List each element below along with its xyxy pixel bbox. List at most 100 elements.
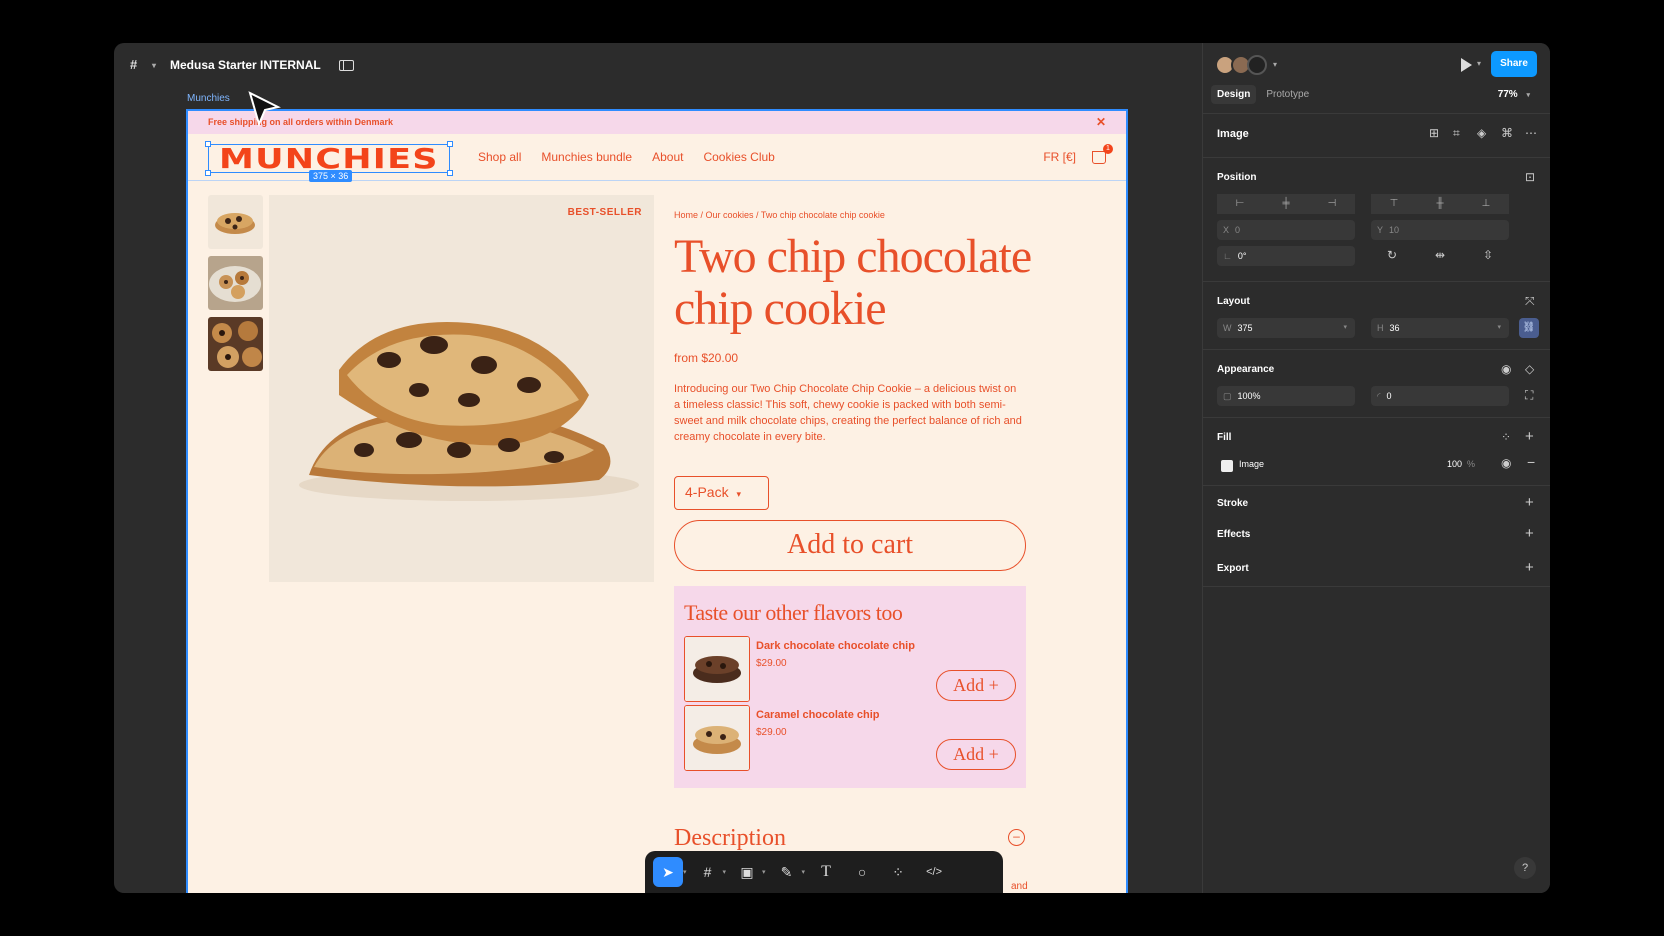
fill-swatch[interactable] bbox=[1221, 460, 1233, 472]
align-right-icon[interactable]: ⊣ bbox=[1309, 194, 1355, 214]
flip-vertical-icon[interactable]: ⇳ bbox=[1483, 248, 1493, 262]
comment-tool-icon[interactable]: ○ bbox=[847, 857, 877, 887]
frame-selection-icon[interactable]: ⌘ bbox=[1501, 126, 1513, 140]
remove-fill-icon[interactable]: − bbox=[1527, 454, 1535, 470]
nav-munchies-bundle[interactable]: Munchies bundle bbox=[541, 150, 632, 164]
pack-select[interactable]: 4-Pack ▾ bbox=[674, 476, 769, 510]
present-icon[interactable] bbox=[1461, 58, 1472, 72]
nav-cookies-club[interactable]: Cookies Club bbox=[703, 150, 774, 164]
chevron-down-icon[interactable]: ▾ bbox=[683, 868, 687, 876]
chevron-down-icon[interactable]: ▾ bbox=[1273, 55, 1277, 75]
constrain-proportions-icon[interactable]: ⛓ bbox=[1519, 318, 1539, 338]
individual-corners-icon[interactable]: ⛶ bbox=[1525, 388, 1533, 403]
file-name[interactable]: Medusa Starter INTERNAL bbox=[170, 58, 321, 72]
add-flavor-button[interactable]: Add + bbox=[936, 670, 1016, 701]
flavor-name[interactable]: Dark chocolate chocolate chip bbox=[756, 640, 915, 652]
resize-handle[interactable] bbox=[447, 141, 453, 147]
collaborator-avatars[interactable]: ▾ bbox=[1215, 55, 1277, 75]
add-export-icon[interactable]: + bbox=[1525, 559, 1534, 576]
design-frame[interactable]: Free shipping on all orders within Denma… bbox=[186, 109, 1128, 893]
styles-icon[interactable]: ⁘ bbox=[1501, 430, 1511, 444]
zoom-level[interactable]: 77% ▾ bbox=[1498, 89, 1530, 100]
chevron-down-icon[interactable]: ▾ bbox=[1497, 318, 1501, 338]
close-icon[interactable]: ✕ bbox=[1096, 111, 1106, 134]
text-tool-icon[interactable]: T bbox=[811, 857, 841, 887]
blend-mode-icon[interactable]: ◇ bbox=[1525, 362, 1534, 376]
align-bottom-icon[interactable]: ⊥ bbox=[1463, 194, 1509, 214]
resize-handle[interactable] bbox=[205, 170, 211, 176]
crop-icon[interactable]: ⌗ bbox=[1453, 126, 1460, 141]
align-center-v-icon[interactable]: ╫ bbox=[1417, 194, 1463, 214]
chevron-down-icon[interactable]: ▾ bbox=[1477, 59, 1481, 68]
thumbnail-1[interactable] bbox=[208, 195, 263, 249]
chevron-down-icon[interactable]: ▾ bbox=[152, 61, 156, 70]
eye-icon[interactable]: ◉ bbox=[1501, 362, 1511, 376]
cookie-illustration bbox=[299, 321, 639, 501]
opacity-field[interactable]: ▢ 100% bbox=[1217, 386, 1355, 406]
add-to-cart-button[interactable]: Add to cart bbox=[674, 520, 1026, 571]
auto-layout-icon[interactable]: ⤧ bbox=[1525, 294, 1535, 309]
corner-radius-field[interactable]: ◜ 0 bbox=[1371, 386, 1509, 406]
height-field[interactable]: H 36 ▾ bbox=[1371, 318, 1509, 338]
avatar[interactable] bbox=[1247, 55, 1267, 75]
components-tool-icon[interactable]: ⁘ bbox=[883, 857, 913, 887]
breadcrumb[interactable]: Home / Our cookies / Two chip chocolate … bbox=[674, 210, 885, 220]
component-icon[interactable]: ◈ bbox=[1477, 126, 1486, 140]
thumbnail-2[interactable] bbox=[208, 256, 263, 310]
align-center-h-icon[interactable]: ╪ bbox=[1263, 194, 1309, 214]
product-thumbnails bbox=[208, 195, 263, 378]
flavor-price: $29.00 bbox=[756, 658, 787, 669]
w-value: 375 bbox=[1237, 323, 1253, 333]
add-flavor-button[interactable]: Add + bbox=[936, 739, 1016, 770]
image-tool-icon[interactable]: ▣ bbox=[732, 857, 762, 887]
tab-prototype[interactable]: Prototype bbox=[1260, 85, 1315, 104]
grid-icon[interactable]: ⊞ bbox=[1429, 126, 1439, 140]
product-image[interactable]: BEST-SELLER bbox=[269, 195, 654, 582]
logo-image[interactable]: MUNCHIES bbox=[208, 144, 450, 173]
flip-horizontal-icon[interactable]: ⇹ bbox=[1435, 248, 1445, 262]
tab-design[interactable]: Design bbox=[1211, 85, 1257, 104]
nav-about[interactable]: About bbox=[652, 150, 683, 164]
figma-menu-icon[interactable]: # bbox=[130, 57, 144, 73]
cart-icon[interactable]: 1 bbox=[1092, 143, 1113, 164]
chevron-down-icon[interactable]: ▾ bbox=[1343, 318, 1347, 338]
rotate-icon[interactable]: ↻ bbox=[1387, 248, 1397, 262]
resize-handle[interactable] bbox=[447, 170, 453, 176]
thumbnail-3[interactable] bbox=[208, 317, 263, 371]
add-effect-icon[interactable]: + bbox=[1525, 525, 1534, 542]
y-field[interactable]: Y 10 bbox=[1371, 220, 1509, 240]
chevron-down-icon[interactable]: ▾ bbox=[802, 868, 806, 876]
flavor-thumbnail[interactable] bbox=[684, 705, 750, 771]
dev-mode-icon[interactable]: </> bbox=[919, 857, 949, 887]
bestseller-badge: BEST-SELLER bbox=[567, 207, 642, 218]
align-left-icon[interactable]: ⊢ bbox=[1217, 194, 1263, 214]
nav-shop-all[interactable]: Shop all bbox=[478, 150, 521, 164]
fill-type[interactable]: Image bbox=[1239, 459, 1264, 469]
frame-label[interactable]: Munchies bbox=[187, 93, 230, 104]
frame-tool-icon[interactable]: # bbox=[693, 857, 723, 887]
add-fill-icon[interactable]: + bbox=[1525, 428, 1534, 445]
pen-tool-icon[interactable]: ✎ bbox=[772, 857, 802, 887]
toggle-sidebar-icon[interactable] bbox=[338, 59, 354, 71]
add-stroke-icon[interactable]: + bbox=[1525, 494, 1534, 511]
collapse-icon[interactable]: – bbox=[1008, 829, 1025, 846]
fill-opacity[interactable]: 100 % bbox=[1447, 459, 1475, 469]
align-top-icon[interactable]: ⊤ bbox=[1371, 194, 1417, 214]
x-field[interactable]: X0 bbox=[1217, 220, 1355, 240]
help-button[interactable]: ? bbox=[1514, 857, 1536, 879]
share-button[interactable]: Share bbox=[1491, 51, 1537, 77]
flavor-name[interactable]: Caramel chocolate chip bbox=[756, 709, 880, 721]
flavor-thumbnail[interactable] bbox=[684, 636, 750, 702]
move-tool-icon[interactable]: ➤ bbox=[653, 857, 683, 887]
eye-icon[interactable]: ◉ bbox=[1501, 456, 1511, 470]
layout-title: Layout bbox=[1217, 296, 1250, 307]
w-label: W bbox=[1223, 323, 1232, 333]
currency-selector[interactable]: FR [€] bbox=[1043, 150, 1076, 164]
rotation-field[interactable]: ∟ 0° bbox=[1217, 246, 1355, 266]
chevron-down-icon[interactable]: ▾ bbox=[762, 868, 766, 876]
resize-handle[interactable] bbox=[205, 141, 211, 147]
constraints-icon[interactable]: ⊡ bbox=[1525, 170, 1535, 184]
chevron-down-icon[interactable]: ▾ bbox=[723, 868, 727, 876]
more-icon[interactable]: ⋯ bbox=[1525, 126, 1537, 140]
width-field[interactable]: W 375 ▾ bbox=[1217, 318, 1355, 338]
